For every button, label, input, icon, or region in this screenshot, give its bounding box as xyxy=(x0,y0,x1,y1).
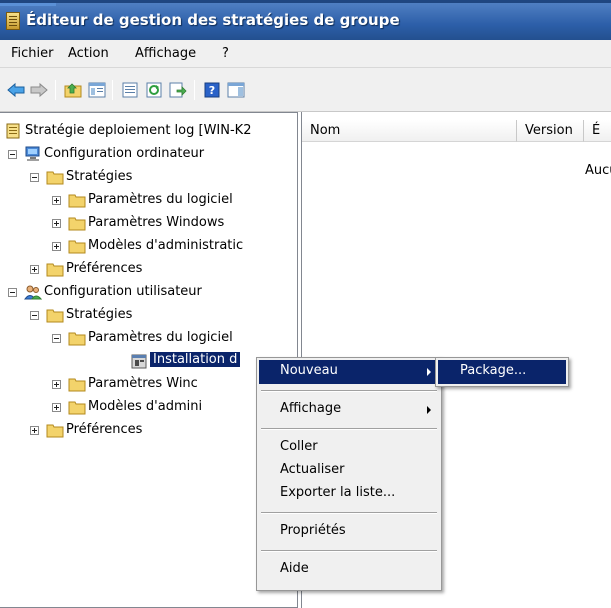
menu-separator xyxy=(261,390,437,392)
tree-label-selected: Installation d xyxy=(150,352,241,367)
folder-icon xyxy=(68,399,86,415)
menu-bar: Fichier Action Affichage ? xyxy=(0,40,611,68)
expand-icon[interactable] xyxy=(52,219,61,228)
show-hide-action-pane-icon[interactable] xyxy=(227,82,245,98)
menu-item-nouveau[interactable]: Nouveau xyxy=(259,360,439,384)
tree-label: Préférences xyxy=(66,261,143,276)
submenu-arrow-icon xyxy=(427,406,431,414)
title-bar[interactable]: Éditeur de gestion des stratégies de gro… xyxy=(0,0,611,40)
window-title: Éditeur de gestion des stratégies de gro… xyxy=(26,11,400,29)
tree-label: Stratégie deploiement log [WIN-K2 xyxy=(25,123,252,138)
gpo-editor-icon xyxy=(6,12,20,30)
toolbar-separator xyxy=(112,80,113,100)
users-icon xyxy=(24,284,42,300)
tree-label: Stratégies xyxy=(66,307,133,322)
menu-item-package[interactable]: Package... xyxy=(438,360,566,384)
menu-fichier[interactable]: Fichier xyxy=(11,46,54,61)
toolbar-separator xyxy=(194,80,195,100)
menu-item-label: Nouveau xyxy=(280,363,338,378)
properties-icon[interactable] xyxy=(121,82,139,98)
collapse-icon[interactable] xyxy=(8,288,17,297)
menu-separator xyxy=(261,550,437,552)
expand-icon[interactable] xyxy=(52,242,61,251)
collapse-icon[interactable] xyxy=(52,334,61,343)
collapse-icon[interactable] xyxy=(8,150,17,159)
tree-label: Stratégies xyxy=(66,169,133,184)
folder-icon xyxy=(68,238,86,254)
folder-icon xyxy=(46,307,64,323)
toolbar-separator xyxy=(55,80,56,100)
menu-item-coller[interactable]: Coller xyxy=(259,436,439,460)
column-header-version[interactable]: Version xyxy=(517,120,584,142)
folder-icon xyxy=(68,192,86,208)
expand-icon[interactable] xyxy=(52,196,61,205)
folder-icon xyxy=(46,169,64,185)
menu-item-actualiser[interactable]: Actualiser xyxy=(259,459,439,483)
gpo-document-icon xyxy=(4,123,22,139)
title-bar-accent xyxy=(0,3,56,6)
expand-icon[interactable] xyxy=(52,380,61,389)
expand-icon[interactable] xyxy=(52,403,61,412)
tree-label: Paramètres du logiciel xyxy=(88,330,233,345)
show-hide-tree-icon[interactable] xyxy=(88,82,106,98)
tree-label: Modèles d'administratic xyxy=(88,238,244,253)
tree-label: Paramètres Winc xyxy=(88,376,198,391)
up-folder-icon[interactable] xyxy=(64,82,82,98)
tree-label: Préférences xyxy=(66,422,143,437)
column-header-state[interactable]: É xyxy=(584,120,611,142)
tree-label: Configuration utilisateur xyxy=(44,284,202,299)
menu-item-affichage[interactable]: Affichage xyxy=(259,398,439,422)
menu-separator xyxy=(261,512,437,514)
svg-text:?: ? xyxy=(209,84,215,97)
folder-icon xyxy=(68,215,86,231)
tree-label: Modèles d'admini xyxy=(88,399,203,414)
context-menu: Nouveau Affichage Coller Actualiser Expo… xyxy=(256,357,442,591)
menu-action[interactable]: Action xyxy=(68,46,109,61)
menu-separator xyxy=(261,428,437,430)
tree-label: Paramètres Windows xyxy=(88,215,225,230)
empty-list-message: Aucu xyxy=(585,163,611,178)
toolbar: ? xyxy=(0,68,611,112)
menu-item-aide[interactable]: Aide xyxy=(259,558,439,582)
collapse-icon[interactable] xyxy=(30,173,39,182)
column-header-name[interactable]: Nom xyxy=(302,120,517,142)
refresh-icon[interactable] xyxy=(145,82,163,98)
folder-icon xyxy=(46,261,64,277)
menu-item-proprietes[interactable]: Propriétés xyxy=(259,520,439,544)
export-list-icon[interactable] xyxy=(169,82,187,98)
back-icon[interactable] xyxy=(7,82,25,98)
menu-item-exporter[interactable]: Exporter la liste... xyxy=(259,482,439,506)
menu-affichage[interactable]: Affichage xyxy=(135,46,196,61)
menu-help[interactable]: ? xyxy=(222,46,229,61)
submenu-nouveau: Package... xyxy=(435,357,569,387)
tree-label: Paramètres du logiciel xyxy=(88,192,233,207)
folder-icon xyxy=(68,376,86,392)
folder-icon xyxy=(46,422,64,438)
tree-label: Configuration ordinateur xyxy=(44,146,205,161)
software-install-icon xyxy=(130,353,148,369)
help-icon[interactable]: ? xyxy=(203,82,221,98)
menu-item-label: Affichage xyxy=(280,401,342,416)
expand-icon[interactable] xyxy=(30,426,39,435)
folder-icon xyxy=(68,330,86,346)
console-tree-pane[interactable]: Stratégie deploiement log [WIN-K2 Config… xyxy=(0,112,298,608)
submenu-arrow-icon xyxy=(427,368,431,376)
computer-icon xyxy=(24,146,42,162)
collapse-icon[interactable] xyxy=(30,311,39,320)
expand-icon[interactable] xyxy=(30,265,39,274)
forward-icon[interactable] xyxy=(30,82,48,98)
